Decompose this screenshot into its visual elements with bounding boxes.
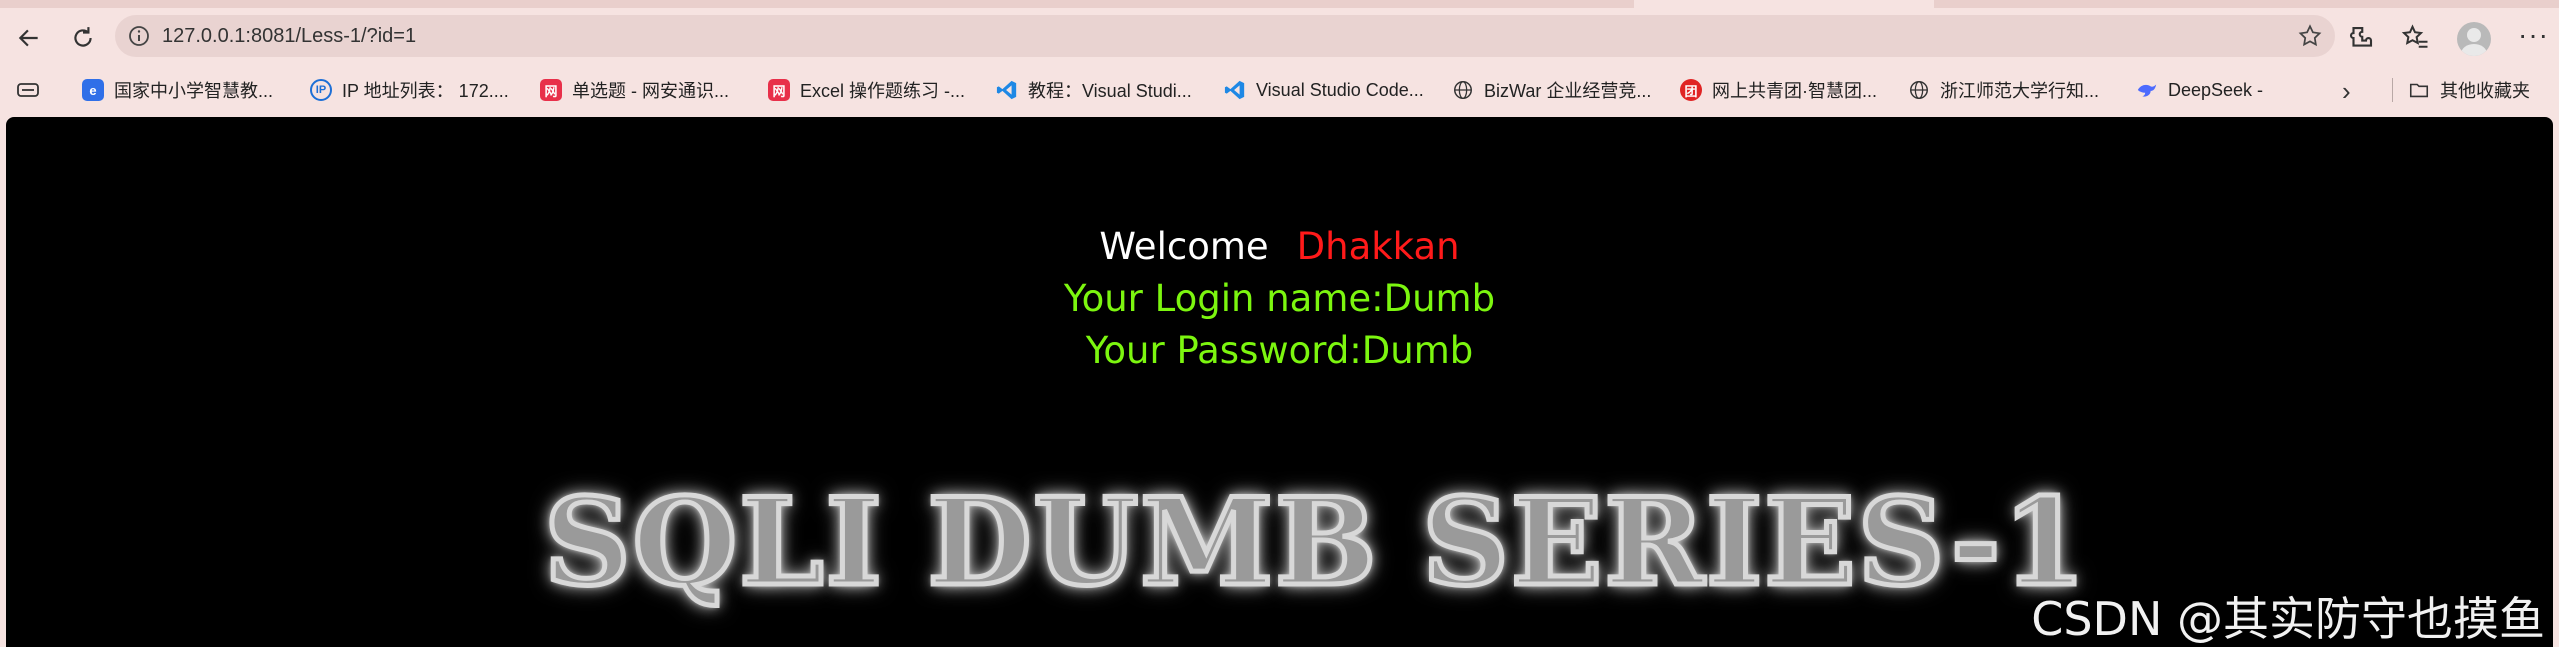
bookmark-label: 单选题 - 网安通识... xyxy=(572,81,729,101)
deepseek-icon xyxy=(2136,79,2158,101)
tab-strip xyxy=(0,0,2559,8)
vscode-icon xyxy=(996,79,1018,101)
bookmark-item[interactable]: 网单选题 - 网安通识... xyxy=(540,68,729,112)
active-tab-edge xyxy=(1634,0,1934,8)
more-menu-icon[interactable]: ··· xyxy=(2518,20,2549,50)
page-viewport: Welcome Dhakkan Your Login name:Dumb Your… xyxy=(6,117,2553,647)
bookmark-item[interactable]: 团网上共青团·智慧团... xyxy=(1680,68,1877,112)
address-bar[interactable]: 127.0.0.1:8081/Less-1/?id=1 xyxy=(115,15,2335,57)
favorites-icon[interactable] xyxy=(2400,23,2430,53)
login-name-text: Your Login name:Dumb xyxy=(1063,277,1496,320)
url-text[interactable]: 127.0.0.1:8081/Less-1/?id=1 xyxy=(162,15,416,57)
bookmark-item[interactable]: 网 Excel 操作题练习 -... xyxy=(768,68,965,112)
bookmark-item[interactable]: DeepSeek - xyxy=(2136,68,2263,112)
bookmark-label: Visual Studio Code... xyxy=(1256,79,1424,100)
youth-league-icon: 团 xyxy=(1680,79,1702,101)
bookmark-item[interactable]: IP IP 地址列表： 172.... xyxy=(310,68,509,112)
user-name: Dhakkan xyxy=(1296,225,1460,268)
back-arrow-icon xyxy=(18,29,38,47)
tab-actions-icon[interactable] xyxy=(16,80,40,100)
smart-edu-icon: e xyxy=(82,79,104,101)
other-bookmarks-label: 其他收藏夹 xyxy=(2440,81,2530,101)
bookmark-label: 浙江师范大学行知... xyxy=(1940,81,2100,101)
welcome-text: Welcome xyxy=(1099,225,1269,268)
password-text: Your Password:Dumb xyxy=(1085,329,1474,372)
favorite-star-icon[interactable] xyxy=(2297,23,2323,49)
csdn-watermark: CSDN @其实防守也摸鱼 xyxy=(2031,592,2545,646)
globe-icon xyxy=(1908,79,1930,101)
browser-toolbar: 127.0.0.1:8081/Less-1/?id=1 ··· xyxy=(0,8,2559,66)
bookmark-label: IP 地址列表： 172.... xyxy=(342,81,509,101)
avatar-body-icon xyxy=(2461,44,2487,56)
bookmark-item[interactable]: 教程：Visual Studi... xyxy=(996,68,1192,112)
welcome-line: Welcome Dhakkan xyxy=(6,225,2553,268)
reload-button[interactable] xyxy=(65,20,101,56)
avatar-head-icon xyxy=(2467,28,2481,42)
bookmark-label: 国家中小学智慧教... xyxy=(114,81,274,101)
reload-icon xyxy=(74,27,92,47)
chevron-right-icon[interactable]: › xyxy=(2342,76,2351,107)
bookmark-item[interactable]: 浙江师范大学行知... xyxy=(1908,68,2099,112)
profile-avatar[interactable] xyxy=(2457,22,2491,56)
bookmarks-bar: e 国家中小学智慧教... IP IP 地址列表： 172.... 网单选题 - 网… xyxy=(0,68,2559,112)
wangan-icon: 网 xyxy=(540,79,562,101)
bookmark-item[interactable]: e 国家中小学智慧教... xyxy=(82,68,273,112)
other-bookmarks-folder[interactable]: 其他收藏夹 xyxy=(2408,68,2530,112)
bookmark-label: Excel 操作题练习 -... xyxy=(800,81,966,101)
extensions-icon[interactable] xyxy=(2346,23,2376,53)
wangan-icon: 网 xyxy=(768,79,790,101)
bookmarks-divider xyxy=(2392,78,2393,102)
bookmark-label: DeepSeek - xyxy=(2168,79,2264,100)
bookmark-item[interactable]: Visual Studio Code... xyxy=(1224,68,1424,112)
ip-icon: IP xyxy=(310,79,332,101)
folder-icon xyxy=(2408,79,2430,101)
bookmark-label: BizWar 企业经营竞... xyxy=(1484,81,1652,101)
vscode-icon xyxy=(1224,79,1246,101)
back-button[interactable] xyxy=(11,20,47,56)
series-banner: SQLI DUMB SERIES-1 xyxy=(542,470,2089,616)
bookmark-label: 教程：Visual Studi... xyxy=(1028,81,1192,101)
globe-icon xyxy=(1452,79,1474,101)
bookmark-item[interactable]: BizWar 企业经营竞... xyxy=(1452,68,1651,112)
bookmark-label: 网上共青团·智慧团... xyxy=(1712,81,1877,101)
site-info-icon[interactable] xyxy=(127,24,151,48)
